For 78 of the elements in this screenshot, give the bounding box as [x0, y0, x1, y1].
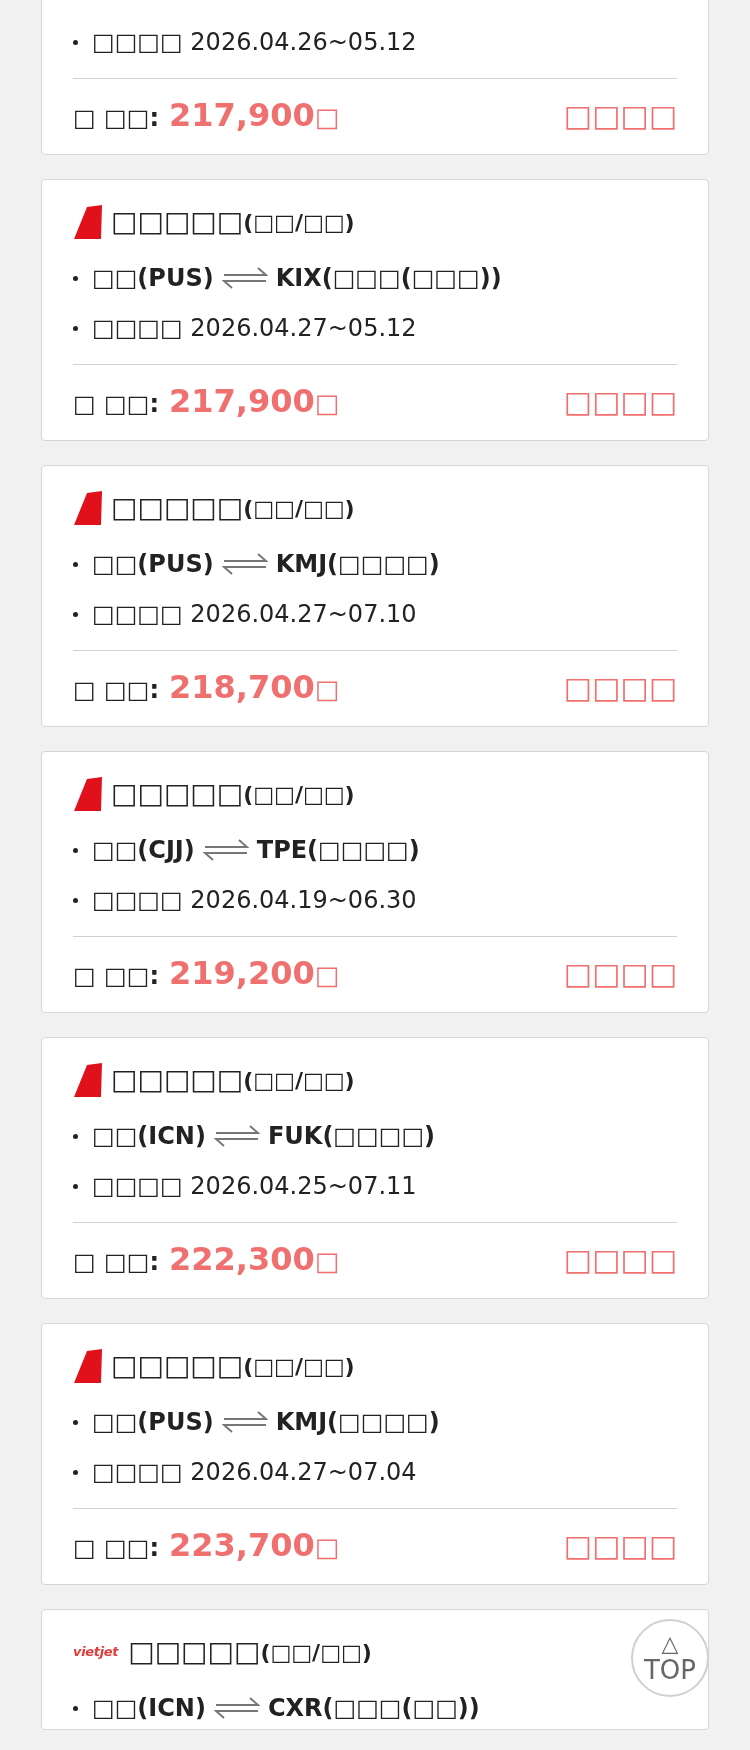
- airline-logo: vietjet: [73, 1643, 119, 1662]
- travel-period: □□□□ 2026.04.26~05.12: [92, 27, 417, 58]
- price-unit: □: [314, 1531, 340, 1564]
- fare-type: (□□/□□): [260, 1638, 372, 1667]
- airline-name: □□□□□: [111, 490, 244, 526]
- price-unit: □: [314, 673, 340, 706]
- price-label: □ □□:: [73, 675, 159, 706]
- origin-airport: □□(CJJ): [92, 835, 195, 866]
- price-label: □ □□:: [73, 389, 159, 420]
- bullet-icon: [73, 1705, 78, 1711]
- fare-type: (□□/□□): [243, 780, 355, 809]
- origin-airport: □□(ICN): [92, 1693, 206, 1724]
- destination-airport: KIX(□□□(□□□)): [275, 263, 502, 294]
- bullet-icon: [73, 561, 78, 567]
- bullet-icon: [73, 39, 78, 45]
- round-trip-arrows-icon: [221, 1411, 268, 1433]
- price-amount: 218,700: [169, 667, 315, 708]
- price-amount: 223,700: [169, 1525, 315, 1566]
- bullet-icon: [73, 1469, 78, 1475]
- origin-airport: □□(PUS): [92, 1407, 214, 1438]
- bullet-icon: [73, 1419, 78, 1425]
- bullet-icon: [73, 1133, 78, 1139]
- origin-airport: □□(PUS): [92, 549, 214, 580]
- price-amount: 217,900: [169, 381, 315, 422]
- fare-type: (□□/□□): [243, 1352, 355, 1381]
- travel-period: □□□□ 2026.04.19~06.30: [92, 885, 417, 916]
- round-trip-arrows-icon: [213, 1697, 260, 1719]
- tail-fin-icon: [73, 491, 103, 525]
- tail-fin-icon: [73, 777, 103, 811]
- round-trip-arrows-icon: [202, 839, 249, 861]
- price-label: □ □□:: [73, 1533, 159, 1564]
- book-link[interactable]: □□□□: [563, 1522, 677, 1568]
- round-trip-arrows-icon: [213, 1125, 260, 1147]
- airline-name: □□□□□: [128, 1634, 261, 1670]
- travel-period: □□□□ 2026.04.25~07.11: [92, 1171, 417, 1202]
- fare-type: (□□/□□): [243, 1066, 355, 1095]
- travel-period: □□□□ 2026.04.27~07.10: [92, 599, 417, 630]
- airline-name: □□□□□: [111, 1348, 244, 1384]
- destination-airport: KMJ(□□□□): [275, 549, 440, 580]
- destination-airport: TPE(□□□□): [256, 835, 420, 866]
- price-amount: 222,300: [169, 1239, 315, 1280]
- tail-fin-icon: [73, 205, 103, 239]
- bullet-icon: [73, 1183, 78, 1189]
- bullet-icon: [73, 847, 78, 853]
- origin-airport: □□(ICN): [92, 1121, 206, 1152]
- round-trip-arrows-icon: [221, 267, 268, 289]
- book-link[interactable]: □□□□: [563, 664, 677, 710]
- price-unit: □: [314, 959, 340, 992]
- fare-type: (□□/□□): [243, 208, 355, 237]
- tail-fin-icon: [73, 1349, 103, 1383]
- price-unit: □: [314, 1245, 340, 1278]
- fare-type: (□□/□□): [243, 494, 355, 523]
- airline-name: □□□□□: [111, 1062, 244, 1098]
- book-link[interactable]: □□□□: [563, 378, 677, 424]
- bullet-icon: [73, 611, 78, 617]
- bullet-icon: [73, 897, 78, 903]
- destination-airport: KMJ(□□□□): [275, 1407, 440, 1438]
- book-link[interactable]: □□□□: [563, 92, 677, 138]
- travel-period: □□□□ 2026.04.27~05.12: [92, 313, 417, 344]
- price-label: □ □□:: [73, 1247, 159, 1278]
- travel-period: □□□□ 2026.04.27~07.04: [92, 1457, 417, 1488]
- airline-name: □□□□□: [111, 204, 244, 240]
- price-amount: 219,200: [169, 953, 315, 994]
- bullet-icon: [73, 275, 78, 281]
- destination-airport: CXR(□□□(□□)): [267, 1693, 480, 1724]
- price-amount: 217,900: [169, 95, 315, 136]
- destination-airport: FUK(□□□□): [267, 1121, 436, 1152]
- book-link[interactable]: □□□□: [563, 950, 677, 996]
- tail-fin-icon: [73, 1063, 103, 1097]
- round-trip-arrows-icon: [221, 553, 268, 575]
- origin-airport: □□(PUS): [92, 263, 214, 294]
- book-link[interactable]: □□□□: [563, 1236, 677, 1282]
- price-label: □ □□:: [73, 103, 159, 134]
- price-label: □ □□:: [73, 961, 159, 992]
- price-unit: □: [314, 101, 340, 134]
- bullet-icon: [73, 325, 78, 331]
- airline-name: □□□□□: [111, 776, 244, 812]
- price-unit: □: [314, 387, 340, 420]
